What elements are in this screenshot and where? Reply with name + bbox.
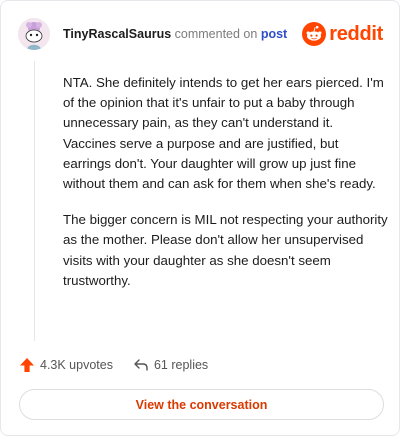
- comment-body: NTA. She definitely intends to get her e…: [63, 73, 389, 291]
- username-link[interactable]: TinyRascalSaurus: [63, 27, 171, 41]
- embedded-comment-card: TinyRascalSaurus commented on post reddi…: [0, 0, 400, 436]
- view-conversation-button[interactable]: View the conversation: [19, 389, 384, 420]
- reply-arrow-icon: [134, 359, 148, 371]
- upvote-count: 4.3K upvotes: [40, 358, 113, 372]
- upvote-button[interactable]: 4.3K upvotes: [19, 357, 113, 373]
- reddit-logo[interactable]: reddit: [302, 22, 383, 46]
- thread-line: [34, 61, 35, 341]
- upvote-arrow-icon: [20, 358, 34, 372]
- comment-paragraph: The bigger concern is MIL not respecting…: [63, 212, 388, 288]
- comment-paragraph: NTA. She definitely intends to get her e…: [63, 75, 384, 192]
- reply-count: 61 replies: [153, 358, 209, 372]
- comment-actions: 4.3K upvotes 61 replies: [19, 357, 208, 373]
- comment-meta: TinyRascalSaurus commented on post: [63, 27, 287, 41]
- post-link[interactable]: post: [261, 27, 287, 41]
- comment-header: TinyRascalSaurus commented on post reddi…: [18, 15, 383, 53]
- snoo-avatar-icon[interactable]: [18, 18, 50, 50]
- commented-on-text: commented on: [174, 27, 258, 41]
- replies-button[interactable]: 61 replies: [133, 357, 208, 373]
- reddit-wordmark: reddit: [329, 22, 383, 45]
- reddit-alien-icon: [302, 22, 327, 46]
